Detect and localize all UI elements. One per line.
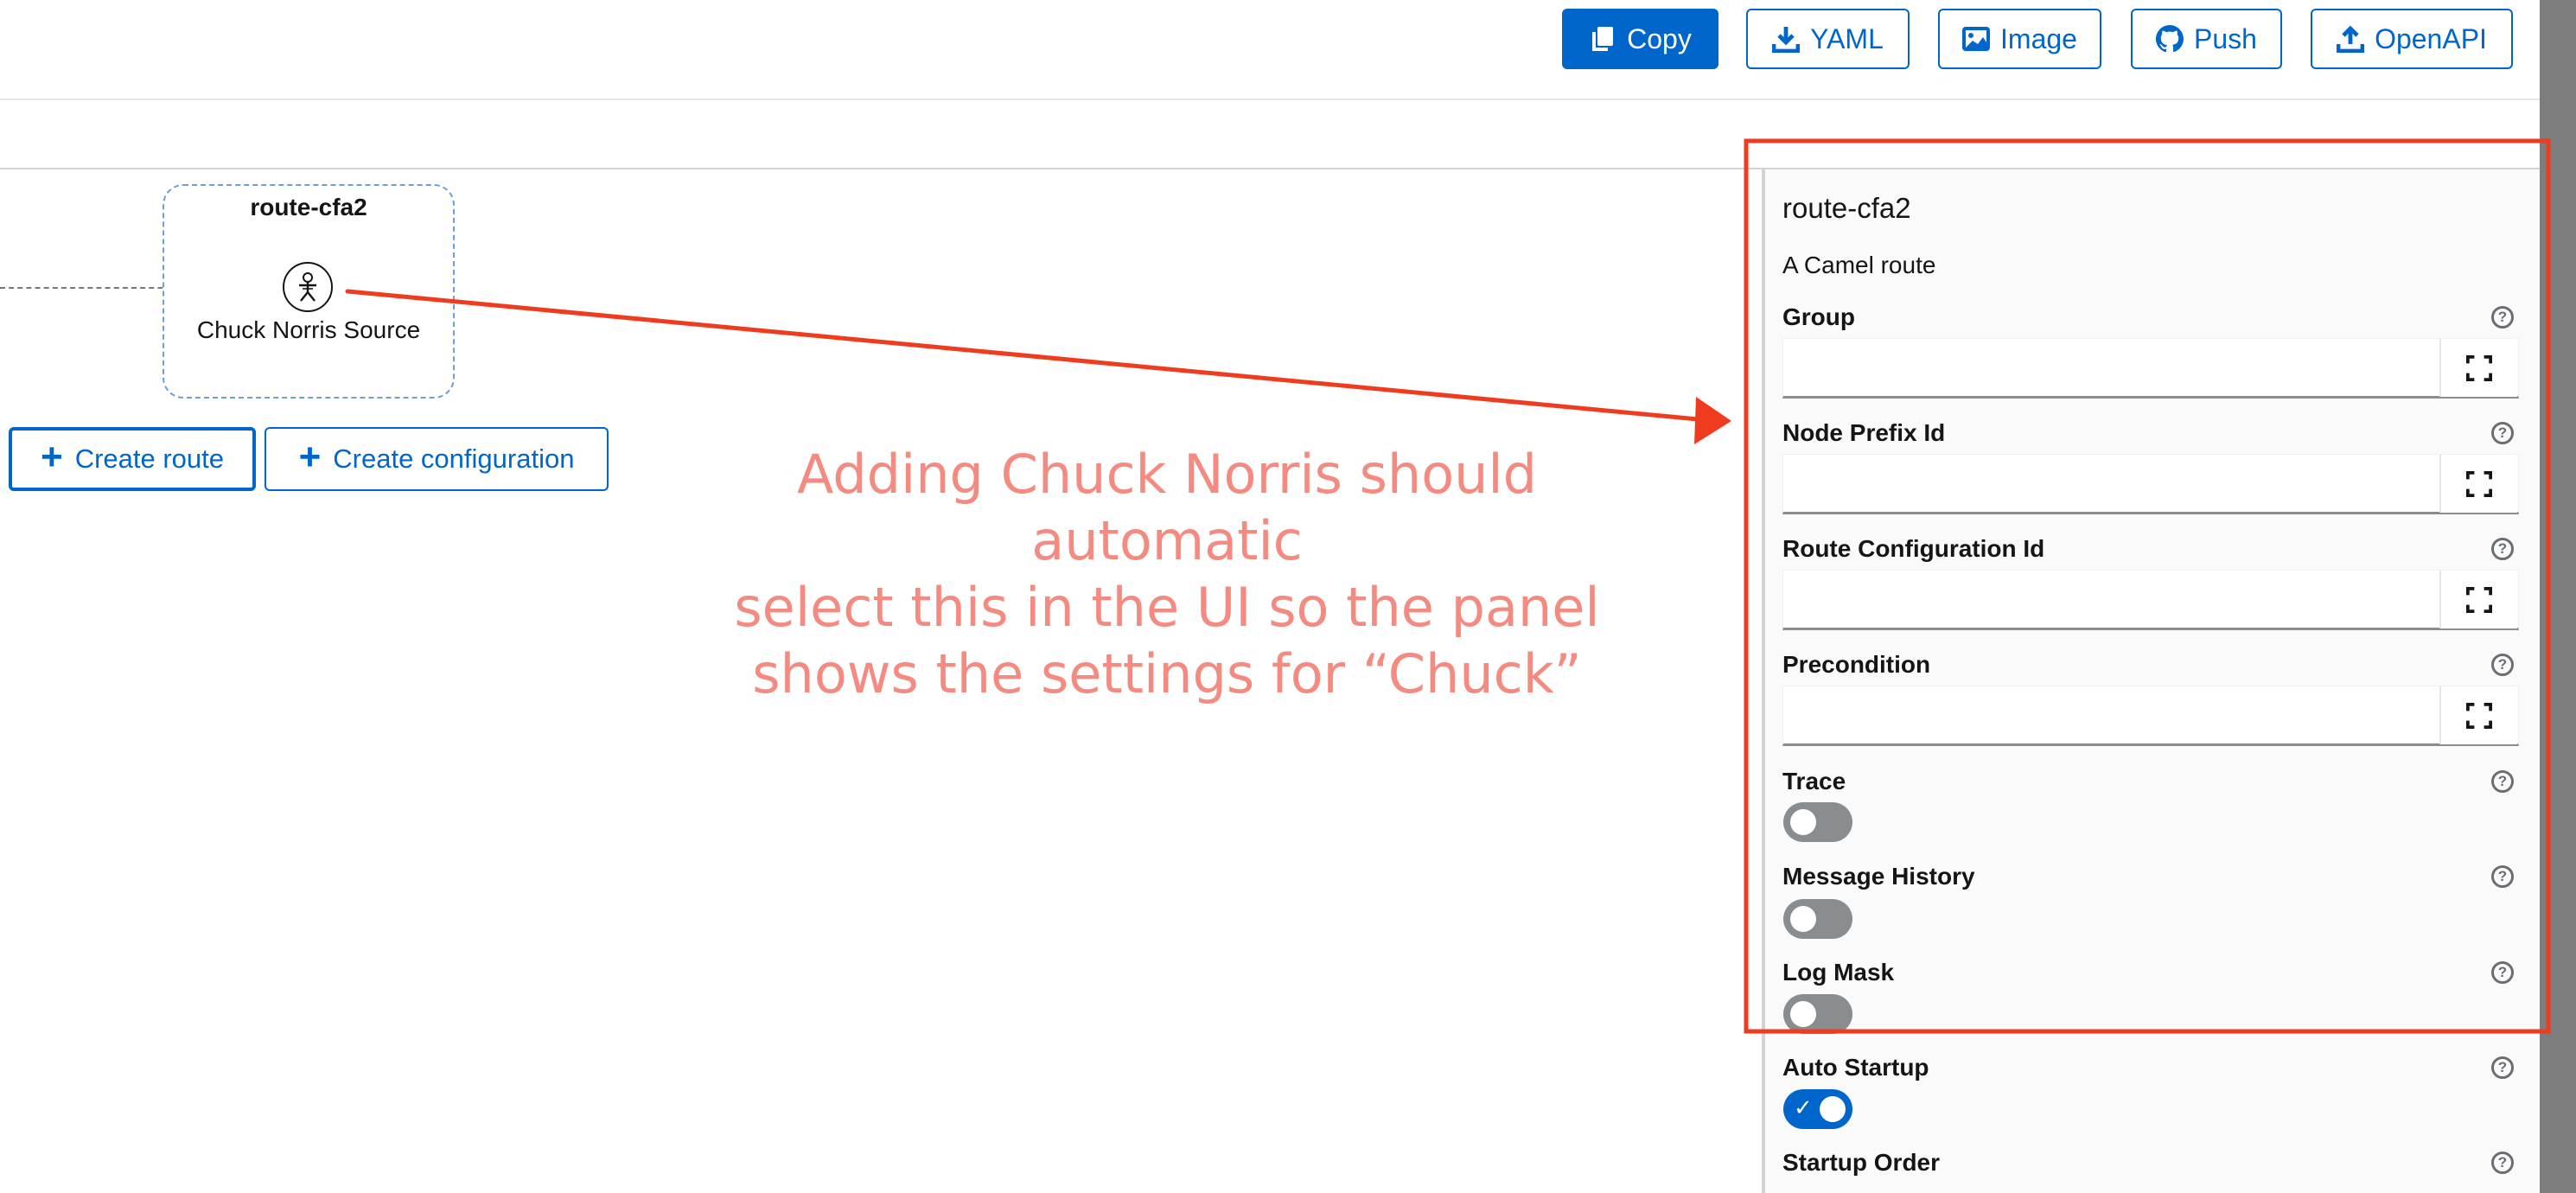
- config-panel: [1762, 169, 2540, 1193]
- openapi-button-label: OpenAPI: [2375, 22, 2487, 54]
- create-configuration-button[interactable]: + Create configuration: [265, 427, 609, 491]
- trace-label: Trace: [1782, 768, 1846, 794]
- node-label: Chuck Norris Source: [196, 316, 421, 343]
- yaml-button[interactable]: YAML: [1746, 9, 1910, 69]
- help-icon[interactable]: ?: [2491, 865, 2514, 888]
- annotation-arrowhead: [1694, 397, 1731, 444]
- plus-icon: +: [40, 436, 63, 478]
- help-icon[interactable]: ?: [2491, 306, 2514, 329]
- copy-button[interactable]: Copy: [1562, 9, 1718, 69]
- help-icon[interactable]: ?: [2491, 422, 2514, 444]
- image-icon: [1962, 27, 1991, 51]
- help-icon[interactable]: ?: [2491, 654, 2514, 676]
- group-label: Group: [1782, 303, 1855, 330]
- panel-description: A Camel route: [1782, 252, 1936, 278]
- expand-icon[interactable]: [2439, 686, 2517, 744]
- help-icon[interactable]: ?: [2491, 538, 2514, 560]
- openapi-button[interactable]: OpenAPI: [2311, 9, 2513, 69]
- image-button[interactable]: Image: [1938, 9, 2101, 69]
- log-mask-toggle[interactable]: [1783, 994, 1852, 1034]
- upload-icon: [2337, 25, 2365, 53]
- annotation-arrow: [345, 289, 1710, 423]
- create-configuration-label: Create configuration: [333, 443, 575, 474]
- expand-icon[interactable]: [2439, 571, 2517, 628]
- plus-icon: +: [298, 436, 322, 478]
- help-icon[interactable]: ?: [2491, 1152, 2514, 1174]
- push-button[interactable]: Push: [2131, 9, 2282, 69]
- log-mask-label: Log Mask: [1782, 959, 1895, 986]
- chuck-norris-source-node[interactable]: [283, 262, 333, 312]
- precondition-input[interactable]: [1782, 686, 2519, 746]
- panel-title: route-cfa2: [1782, 192, 1911, 224]
- help-icon[interactable]: ?: [2491, 770, 2514, 793]
- create-route-label: Create route: [74, 443, 225, 474]
- trace-toggle[interactable]: [1783, 802, 1852, 842]
- download-icon: [1772, 27, 1801, 53]
- github-icon: [2156, 25, 2184, 53]
- node-prefix-id-label: Node Prefix Id: [1782, 419, 1946, 446]
- message-history-toggle[interactable]: [1783, 899, 1852, 939]
- help-icon[interactable]: ?: [2491, 1056, 2514, 1079]
- yaml-button-label: YAML: [1810, 22, 1884, 54]
- annotation-line: select this in the UI so the panel: [734, 576, 1600, 639]
- annotation-line: Adding Chuck Norris should automatic: [796, 443, 1538, 572]
- expand-icon[interactable]: [2439, 455, 2517, 513]
- annotation-line: shows the settings for “Chuck”: [752, 642, 1582, 705]
- annotation-note: Adding Chuck Norris should automatic sel…: [657, 441, 1677, 707]
- group-input[interactable]: [1782, 338, 2519, 399]
- help-icon[interactable]: ?: [2491, 961, 2514, 984]
- create-route-button[interactable]: + Create route: [9, 427, 256, 491]
- auto-startup-toggle[interactable]: ✓: [1783, 1089, 1852, 1129]
- checkmark-icon: ✓: [1794, 1094, 1813, 1120]
- top-toolbar: Copy YAML Image Push OpenAPI: [0, 0, 2540, 100]
- copy-icon: [1592, 27, 1614, 51]
- route-configuration-id-label: Route Configuration Id: [1782, 535, 2045, 562]
- canvas-header-bar: [0, 100, 2540, 169]
- route-configuration-id-input[interactable]: [1782, 570, 2519, 630]
- auto-startup-label: Auto Startup: [1782, 1054, 1929, 1081]
- expand-icon[interactable]: [2439, 339, 2517, 397]
- startup-order-label: Startup Order: [1782, 1149, 1941, 1176]
- scrollbar[interactable]: [2540, 0, 2576, 1193]
- node-prefix-id-input[interactable]: [1782, 454, 2519, 514]
- image-button-label: Image: [2000, 22, 2077, 54]
- push-button-label: Push: [2194, 22, 2257, 54]
- copy-button-label: Copy: [1627, 22, 1692, 54]
- route-group-title: route-cfa2: [250, 194, 367, 220]
- chuck-norris-icon: [299, 272, 316, 302]
- message-history-label: Message History: [1782, 863, 1975, 890]
- precondition-label: Precondition: [1782, 651, 1931, 678]
